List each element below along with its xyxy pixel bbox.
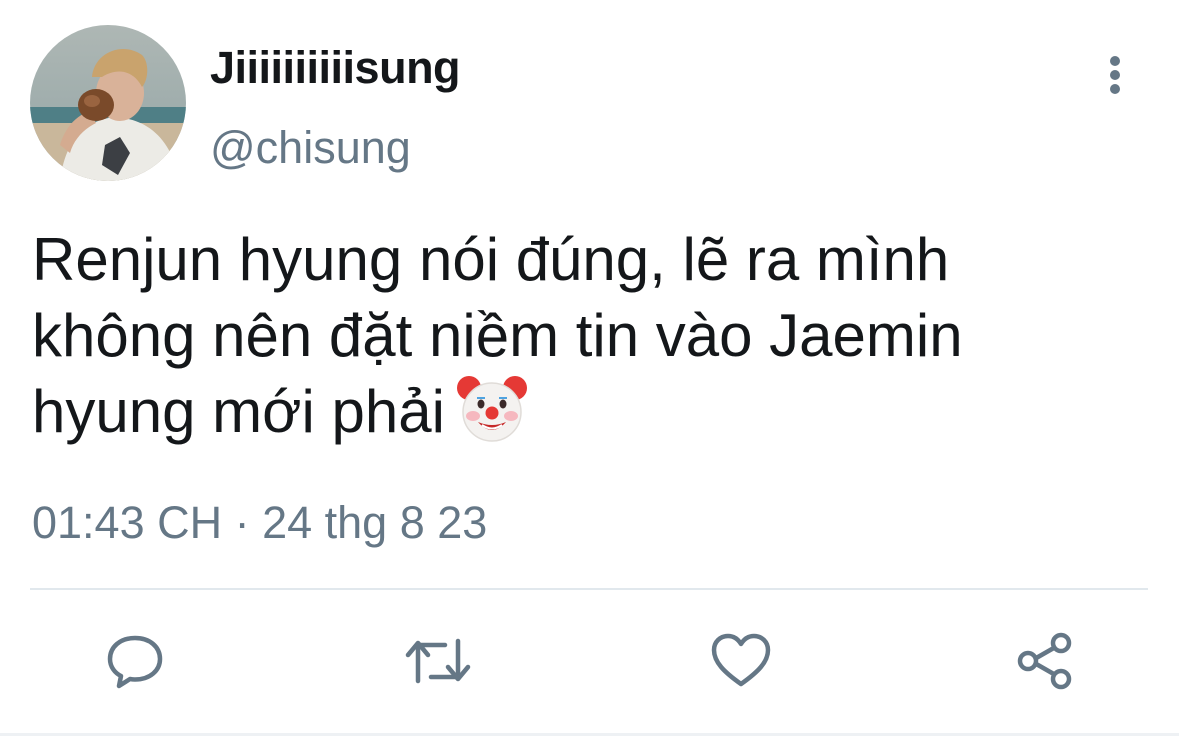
like-button[interactable] bbox=[708, 628, 774, 694]
bottom-divider bbox=[0, 733, 1179, 736]
reply-button[interactable] bbox=[102, 628, 168, 694]
clown-face-icon bbox=[455, 374, 529, 444]
share-button[interactable] bbox=[1011, 628, 1077, 694]
user-handle[interactable]: @chisung bbox=[210, 120, 411, 176]
tweet-card: Jiiiiiiiiiisung @chisung Renjun hyung nó… bbox=[0, 0, 1179, 753]
more-options-button[interactable] bbox=[1094, 50, 1136, 100]
tweet-timestamp[interactable]: 01:43 CH · 24 thg 8 23 bbox=[32, 495, 487, 551]
share-nodes-icon bbox=[1017, 632, 1072, 690]
more-dot-icon bbox=[1110, 56, 1120, 66]
speech-bubble-icon bbox=[107, 635, 163, 689]
tweet-text: Renjun hyung nói đúng, lẽ ra mình không … bbox=[32, 222, 1152, 450]
retweet-button[interactable] bbox=[405, 628, 471, 694]
avatar[interactable] bbox=[30, 25, 186, 181]
display-name[interactable]: Jiiiiiiiiiisung bbox=[210, 40, 461, 96]
more-dot-icon bbox=[1110, 84, 1120, 94]
retweet-arrows-icon bbox=[405, 638, 471, 684]
more-dot-icon bbox=[1110, 70, 1120, 80]
divider bbox=[30, 588, 1148, 590]
heart-icon bbox=[711, 633, 771, 687]
